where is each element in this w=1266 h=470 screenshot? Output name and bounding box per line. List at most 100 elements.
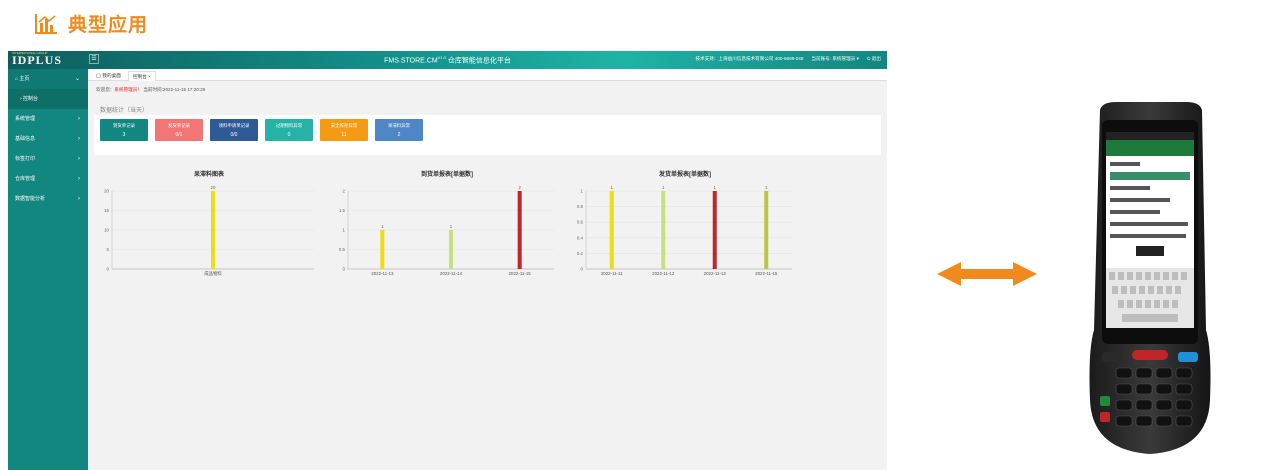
y-tick-label: 0.5 [339,247,346,252]
x-tick-label: 2022-11-13 [704,271,727,276]
y-tick-label: 1 [343,228,346,233]
chevron-icon: › [78,196,80,202]
x-tick-label: 2022-11-15 [509,271,532,276]
y-tick-label: 0.2 [577,251,584,256]
stat-card-label: 发货单记录 [168,123,190,128]
chart-svg: 0 5 10 15 20 20 成品物料 [104,185,314,277]
stats-title: 数据统计（当天） [100,108,149,114]
chevron-icon: › [78,116,80,122]
stat-card-label: 呆滞料异常 [388,123,410,128]
logout-button[interactable]: ⏻ 退出 [867,56,881,62]
y-tick-label: 15 [104,208,109,213]
tech-support-text: 技术支持：上海益川信息技术有限公司 400-6699-049 [695,56,804,61]
sidebar-item-label: 基础信息 [15,136,36,142]
double-arrow-icon [937,262,1037,286]
sidebar-item-label: › 控制台 [20,96,39,102]
account-dropdown[interactable]: 系统管理员 ▾ [832,56,859,61]
stat-card[interactable]: 发货单记录 0/1 [155,119,203,141]
sidebar-item[interactable]: › 控制台 [8,89,88,109]
chart-shipment: 发货单报表[单据数] 0 0.2 0.4 0.6 0.8 1 1 2022-11-11 1 202… [574,169,796,289]
stat-card[interactable]: 呆滞料异常 2 [375,119,423,141]
sidebar-item-label: 系统管理 [15,116,36,122]
app-title-name: FMS.STORE.CM [384,57,438,65]
chart-svg: 0 0.2 0.4 0.6 0.8 1 1 2022-11-11 1 2022-11-12 1 202… [577,185,792,276]
sidebar-item[interactable]: 数据智能分析 › [8,189,88,209]
sidebar-item[interactable]: 系统管理 › [8,109,88,129]
tab-console[interactable]: 控制台 × [128,71,156,81]
bar [764,191,769,269]
app-subtitle: 仓库智能信息化平台 [447,57,511,65]
stat-card-value: 11 [341,132,347,138]
chevron-icon: › [78,176,80,182]
sidebar-item-label: ⌂ 主页 [15,76,30,82]
app-version: V1.0 [437,55,446,60]
data-label: 1 [381,224,384,229]
y-tick-label: 0 [107,267,110,272]
y-tick-label: 2 [343,189,346,194]
handheld-scanner-icon [1089,102,1211,454]
stat-card[interactable]: 安全库存异常 11 [320,119,368,141]
bar [609,191,614,269]
x-tick-label: 2022-11-14 [440,271,463,276]
data-label: 1 [765,185,768,190]
x-tick-label: 2022-11-12 [652,271,675,276]
chart-title: 到货单报表[单据数] [421,172,473,178]
data-label: 20 [211,185,216,190]
y-tick-label: 0.6 [577,220,584,225]
account-label: 当前账号: [811,56,832,61]
y-tick-label: 0 [343,267,346,272]
x-tick-label: 成品物料 [204,270,222,277]
stat-card-label: 领料申请单记录 [218,123,250,128]
welcome-user: 系统管理员！ [114,87,142,92]
stat-card[interactable]: 领料申请单记录 0/0 [210,119,258,141]
stats-panel: 到货单记录 3 发货单记录 0/1 领料申请单记录 0/0 过期物料异常 0 安全库存异常 11 呆… [94,115,881,155]
data-label: 1 [450,224,453,229]
y-tick-label: 0.8 [577,204,584,209]
data-label: 1 [611,185,614,190]
y-tick-label: 1 [581,189,584,194]
sidebar-item[interactable]: 仓库管理 › [8,169,88,189]
chart-title: 发货单报表[单据数] [659,172,711,178]
chevron-icon: › [78,156,80,162]
welcome-line: 欢迎您：系统管理员！ 当前时间:2022-11-15 17:20:29 [96,87,205,93]
bar [211,191,215,269]
y-tick-label: 10 [104,228,109,233]
stat-card-label: 安全库存异常 [330,123,358,128]
sidebar-item[interactable]: ⌂ 主页 ⌄ [8,69,88,89]
stat-card-label: 到货单记录 [113,123,135,128]
sidebar-item-label: 标签打印 [15,156,36,162]
chart-title: 呆滞料图表 [193,172,224,178]
welcome-prefix: 欢迎您： [96,87,115,92]
y-tick-label: 0.4 [577,235,584,240]
y-tick-label: 1.5 [339,208,346,213]
x-tick-label: 2022-11-15 [755,271,778,276]
stat-card-value: 0 [287,132,291,138]
topbar-right: 技术支持：上海益川信息技术有限公司 400-6699-049 当前账号: 系统管… [695,56,881,62]
chart-arrival: 到货单报表[单据数] 0 0.5 1 1.5 2 1 2022-11-13 1 2022-11-… [336,169,558,289]
sidebar-item[interactable]: 基础信息 › [8,129,88,149]
bar [712,191,717,269]
stat-card-value: 2 [397,132,401,138]
y-tick-label: 20 [104,189,109,194]
stat-card[interactable]: 过期物料异常 0 [265,119,313,141]
data-label: 2 [518,185,521,190]
page: 典型应用 INTERNATIONAL GROUP IDPLUS ☰ FMS.ST… [0,0,1266,470]
chevron-icon: › [78,136,80,142]
tab-my-desktop[interactable]: ◯ 我的桌面 [92,71,125,81]
chart-svg: 0 0.5 1 1.5 2 1 2022-11-13 1 2022-11-14 2 2022-11-… [339,185,554,276]
chart-stagnant: 呆滞料图表 0 5 10 15 20 20 成品物料 [100,169,318,289]
sidebar-item[interactable]: 标签打印 › [8,149,88,169]
sidebar: ⌂ 主页 ⌄ › 控制台 系统管理 › 基础信息 › 标签打印 › 仓库管理 › 数据智能分析 › [8,69,88,470]
data-label: 1 [714,185,717,190]
main-content: ◯ 我的桌面 控制台 × 欢迎您：系统管理员！ 当前时间:2022-11-15 … [88,69,887,470]
y-tick-label: 5 [107,247,110,252]
bar-chart-icon [35,13,57,34]
section-header: 典型应用 [34,10,148,37]
stat-card[interactable]: 到货单记录 3 [100,119,148,141]
data-label: 1 [662,185,665,190]
stat-card-label: 过期物料异常 [275,123,303,128]
bar [449,230,453,269]
current-time: 当前时间:2022-11-15 17:20:29 [143,87,206,92]
stat-card-value: 3 [122,132,126,138]
bar [661,191,666,269]
